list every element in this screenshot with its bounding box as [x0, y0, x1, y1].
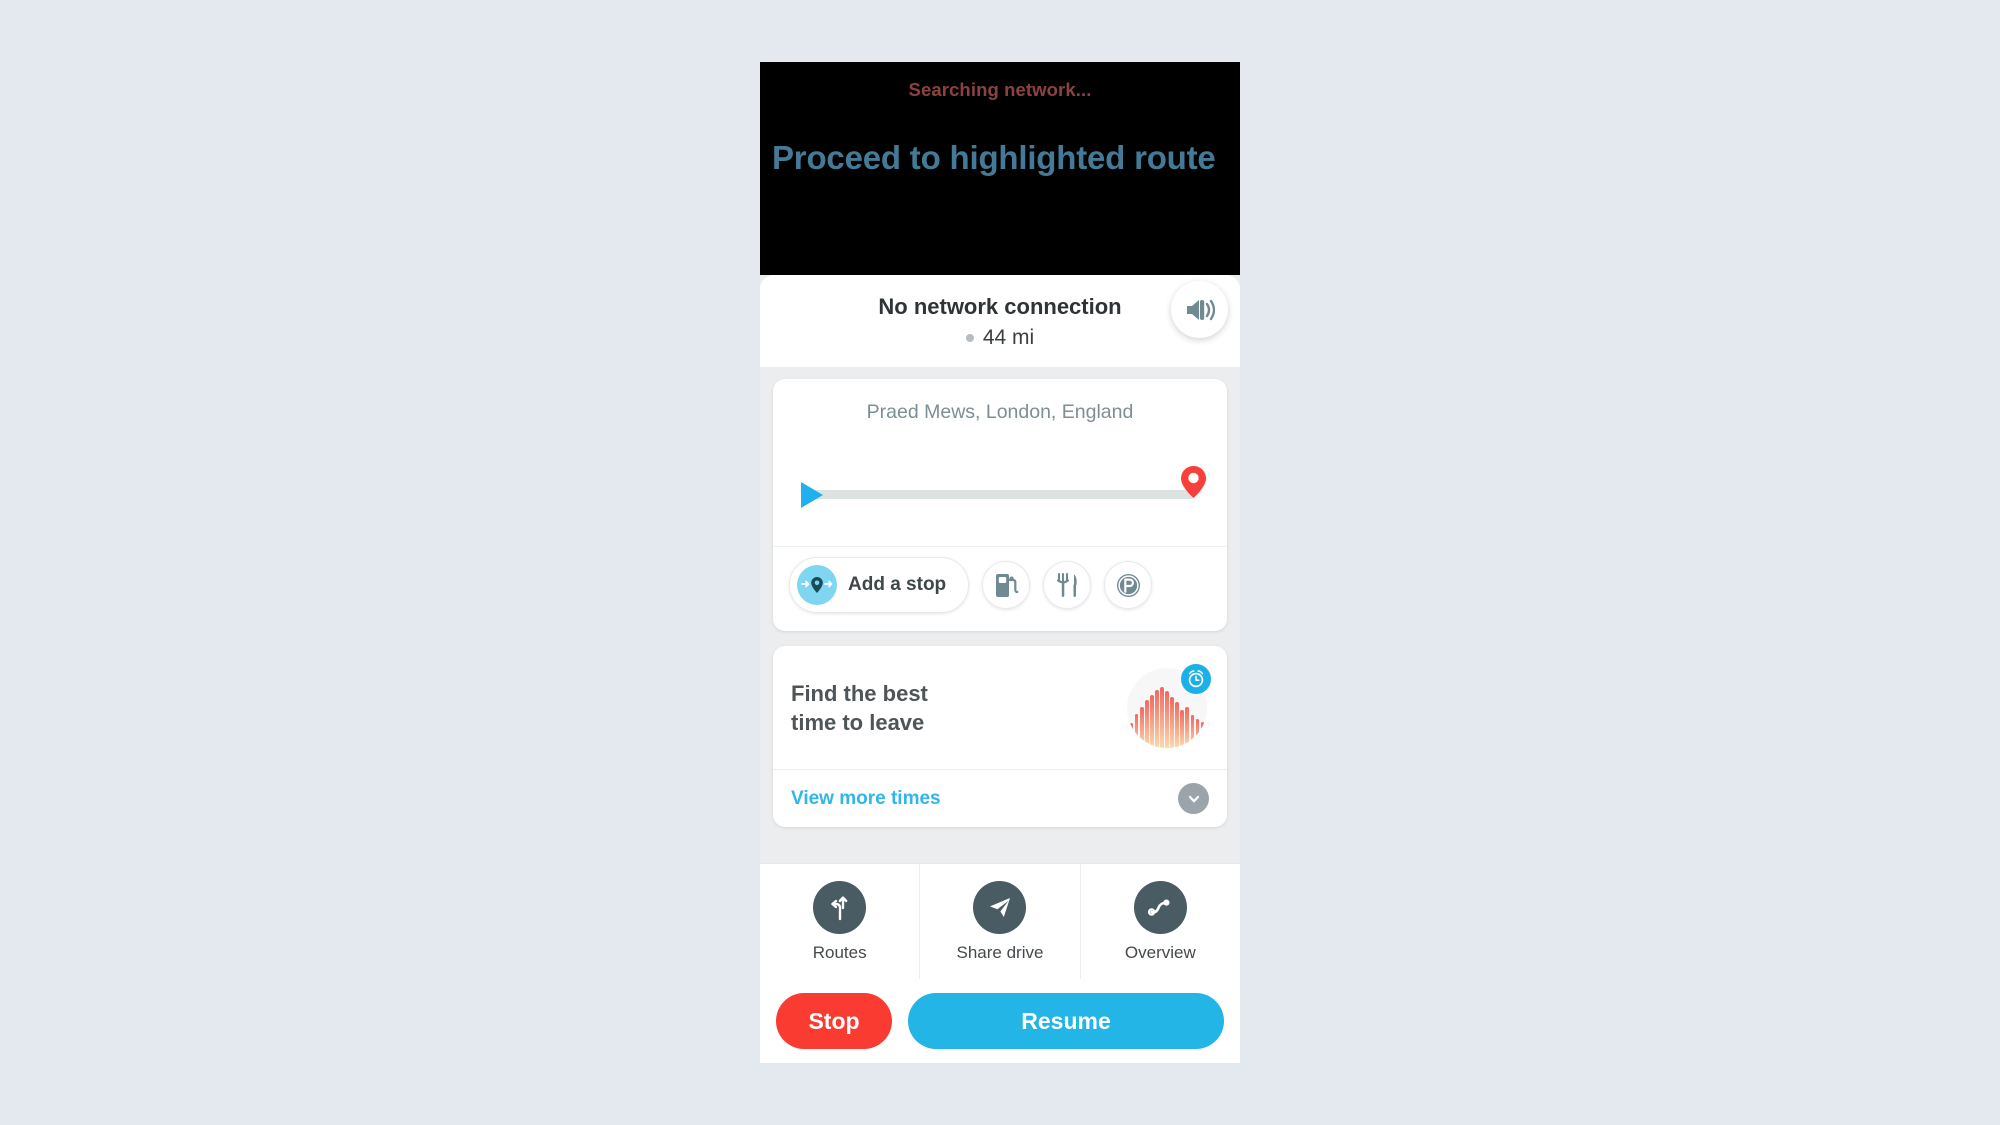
- destination-address: Praed Mews, London, England: [866, 401, 1134, 423]
- phone-screen: Searching network... Proceed to highligh…: [760, 62, 1240, 1063]
- paper-plane-icon: [973, 880, 1027, 934]
- add-stop-pin-icon: [797, 565, 837, 605]
- page-title: No network connection: [878, 294, 1122, 319]
- best-time-card[interactable]: Find the best time to leave View more ti…: [773, 646, 1227, 827]
- resume-button[interactable]: Resume: [908, 993, 1224, 1049]
- chart-bar: [1140, 707, 1144, 748]
- add-stop-label: Add a stop: [848, 574, 947, 595]
- fork-knife-icon: [1057, 572, 1077, 597]
- nav-label-routes: Routes: [812, 942, 867, 962]
- status-header-card: No network connection 44 mi: [760, 275, 1240, 367]
- chart-bar: [1185, 707, 1189, 748]
- route-card: Praed Mews, London, England Add a stop: [773, 379, 1227, 631]
- nav-item-overview[interactable]: Overview: [1081, 864, 1240, 979]
- navigation-instruction-banner: Searching network... Proceed to highligh…: [760, 62, 1240, 275]
- parking-button[interactable]: [1104, 561, 1153, 609]
- chart-bar: [1165, 691, 1169, 748]
- nav-label-share-drive: Share drive: [956, 942, 1044, 962]
- chart-bar: [1129, 722, 1134, 748]
- departure-time-chart: [1127, 664, 1211, 748]
- screen-background: Searching network... Proceed to highligh…: [0, 0, 2000, 1125]
- chart-bar: [1135, 713, 1139, 748]
- chart-bar: [1190, 715, 1194, 748]
- destination-pin-icon: [1181, 466, 1206, 498]
- stop-button[interactable]: Stop: [776, 993, 892, 1049]
- network-status-text: Searching network...: [908, 79, 1092, 100]
- chart-bar: [1170, 696, 1174, 748]
- view-more-times-label: View more times: [791, 787, 941, 809]
- nav-item-routes[interactable]: Routes: [760, 864, 921, 979]
- speaker-volume-icon: [1186, 299, 1215, 320]
- action-bar: Stop Resume: [760, 979, 1240, 1063]
- separator-dot-icon: [965, 334, 974, 342]
- bottom-sheet: No network connection 44 mi Praed Mews,: [760, 275, 1240, 1063]
- chart-bar: [1175, 701, 1179, 748]
- chart-bar: [1145, 700, 1149, 748]
- nav-item-share-drive[interactable]: Share drive: [920, 864, 1081, 979]
- sound-toggle-button[interactable]: [1171, 281, 1228, 338]
- route-overview-icon: [1133, 880, 1187, 934]
- food-button[interactable]: [1043, 561, 1092, 609]
- chart-bar: [1180, 709, 1184, 748]
- route-progress-bar[interactable]: [785, 466, 1215, 540]
- add-stop-button[interactable]: Add a stop: [789, 557, 970, 613]
- view-more-times-row[interactable]: View more times: [773, 769, 1227, 827]
- best-time-title: Find the best time to leave: [791, 680, 928, 735]
- expand-button[interactable]: [1178, 783, 1209, 814]
- eta-summary: 44 mi: [760, 326, 1240, 350]
- distance-value: 44 mi: [982, 326, 1035, 349]
- route-fork-icon: [813, 880, 867, 934]
- turn-instruction-text: Proceed to highlighted route: [772, 139, 1216, 176]
- gas-pump-icon: [995, 573, 1019, 597]
- alarm-clock-icon: [1188, 670, 1204, 688]
- chevron-down-icon: [1188, 795, 1199, 802]
- navigation-arrow-icon: [801, 482, 823, 508]
- nav-label-overview: Overview: [1124, 942, 1196, 962]
- chart-bar: [1160, 687, 1164, 748]
- parking-p-icon: [1116, 573, 1140, 597]
- alarm-clock-badge: [1181, 664, 1211, 694]
- chart-bar: [1200, 721, 1205, 748]
- best-time-header: Find the best time to leave: [773, 646, 1227, 769]
- chart-bar: [1195, 718, 1200, 748]
- gas-station-button[interactable]: [982, 561, 1031, 609]
- route-action-row: Add a stop: [773, 546, 1227, 631]
- chart-bar: [1155, 689, 1159, 748]
- chart-bar: [1150, 695, 1154, 748]
- progress-track: [807, 490, 1195, 499]
- bottom-navigation: Routes Share drive Overview: [760, 863, 1240, 979]
